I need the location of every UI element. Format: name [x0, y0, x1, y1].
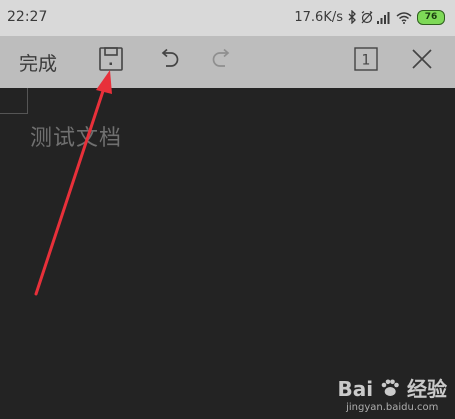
- wifi-icon: [396, 11, 412, 24]
- status-time: 22:27: [7, 9, 48, 25]
- paw-icon: [381, 379, 399, 396]
- signal-icon: [377, 11, 390, 24]
- close-icon[interactable]: [410, 47, 434, 71]
- page-count: 1: [362, 53, 371, 69]
- status-bar: 22:27 17.6K/s 76: [0, 0, 455, 36]
- watermark-brand: Bai: [337, 377, 374, 401]
- watermark-brand-cn: 经验: [407, 377, 447, 401]
- alarm-off-icon: [361, 11, 373, 24]
- battery-icon: 76: [417, 9, 445, 25]
- watermark-url: jingyan.baidu.com: [346, 402, 439, 413]
- page-corner-mark: [0, 88, 28, 114]
- document-text[interactable]: 测试文档: [30, 120, 122, 152]
- undo-icon[interactable]: [157, 47, 181, 71]
- status-icons: 17.6K/s 76: [294, 7, 445, 27]
- network-speed: 17.6K/s: [294, 9, 343, 25]
- page-count-icon[interactable]: 1: [354, 47, 378, 71]
- save-icon[interactable]: [99, 47, 123, 71]
- watermark: Bai 经验 jingyan.baidu.com: [337, 373, 447, 413]
- redo-icon[interactable]: [210, 47, 234, 71]
- done-button[interactable]: 完成: [19, 49, 57, 76]
- bluetooth-icon: [348, 10, 356, 24]
